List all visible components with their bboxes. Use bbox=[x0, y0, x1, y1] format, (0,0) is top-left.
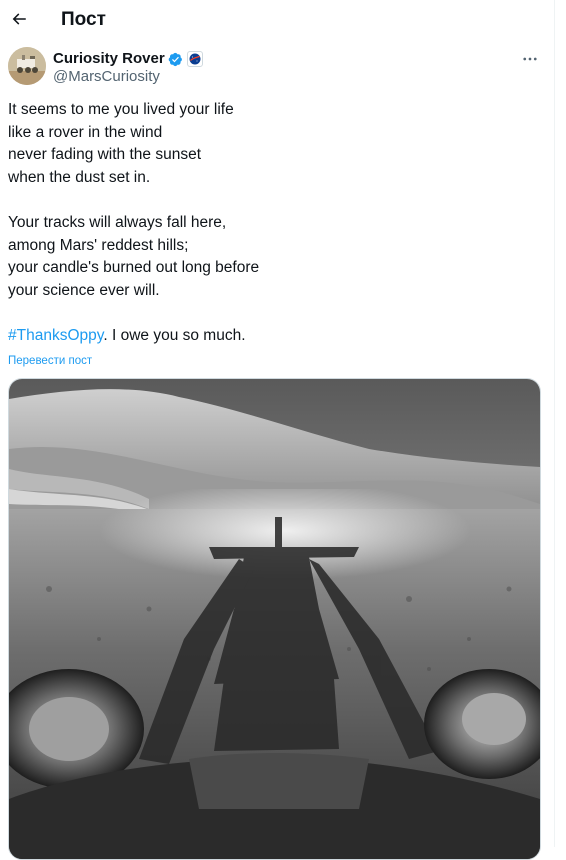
hashtag-link[interactable]: #ThanksOppy bbox=[8, 327, 103, 344]
tweet-line: Your tracks will always fall here, bbox=[8, 213, 227, 231]
translate-post-link[interactable]: Перевести пост bbox=[8, 353, 92, 369]
tweet-line: your candle's burned out long before bbox=[8, 259, 260, 277]
tweet-closing-line: #ThanksOppy. I owe you so much. bbox=[8, 325, 544, 348]
arrow-left-icon bbox=[12, 13, 26, 25]
tweet-line: never fading with the sunset bbox=[8, 146, 202, 164]
tweet-line: It seems to me you lived your life bbox=[8, 101, 234, 118]
tweet-text: It seems to me you lived your life like … bbox=[8, 99, 544, 348]
more-options-button[interactable] bbox=[516, 48, 544, 70]
tweet-line: like a rover in the wind bbox=[8, 123, 163, 141]
column-divider bbox=[554, 0, 555, 847]
nasa-logo-icon[interactable] bbox=[186, 51, 203, 67]
closing-text: . I owe you so much. bbox=[103, 326, 246, 344]
tweet-line: among Mars' reddest hills; bbox=[8, 236, 189, 254]
page-header: Пост bbox=[0, 0, 554, 40]
author-name[interactable]: Curiosity Rover bbox=[53, 49, 165, 69]
stanza-gap bbox=[8, 189, 544, 212]
avatar[interactable] bbox=[8, 47, 46, 85]
tweet-line: your science ever will. bbox=[8, 281, 160, 299]
more-horizontal-icon bbox=[523, 57, 537, 61]
author-handle[interactable]: @MarsCuriosity bbox=[53, 68, 160, 86]
tweet-line: when the dust set in. bbox=[8, 168, 151, 186]
page-title: Пост bbox=[61, 9, 106, 30]
author-name-row: Curiosity Rover bbox=[53, 49, 203, 69]
tweet-image[interactable] bbox=[8, 378, 541, 860]
stanza-gap bbox=[8, 302, 544, 325]
verified-badge-icon bbox=[168, 52, 183, 67]
back-button[interactable] bbox=[4, 4, 34, 34]
